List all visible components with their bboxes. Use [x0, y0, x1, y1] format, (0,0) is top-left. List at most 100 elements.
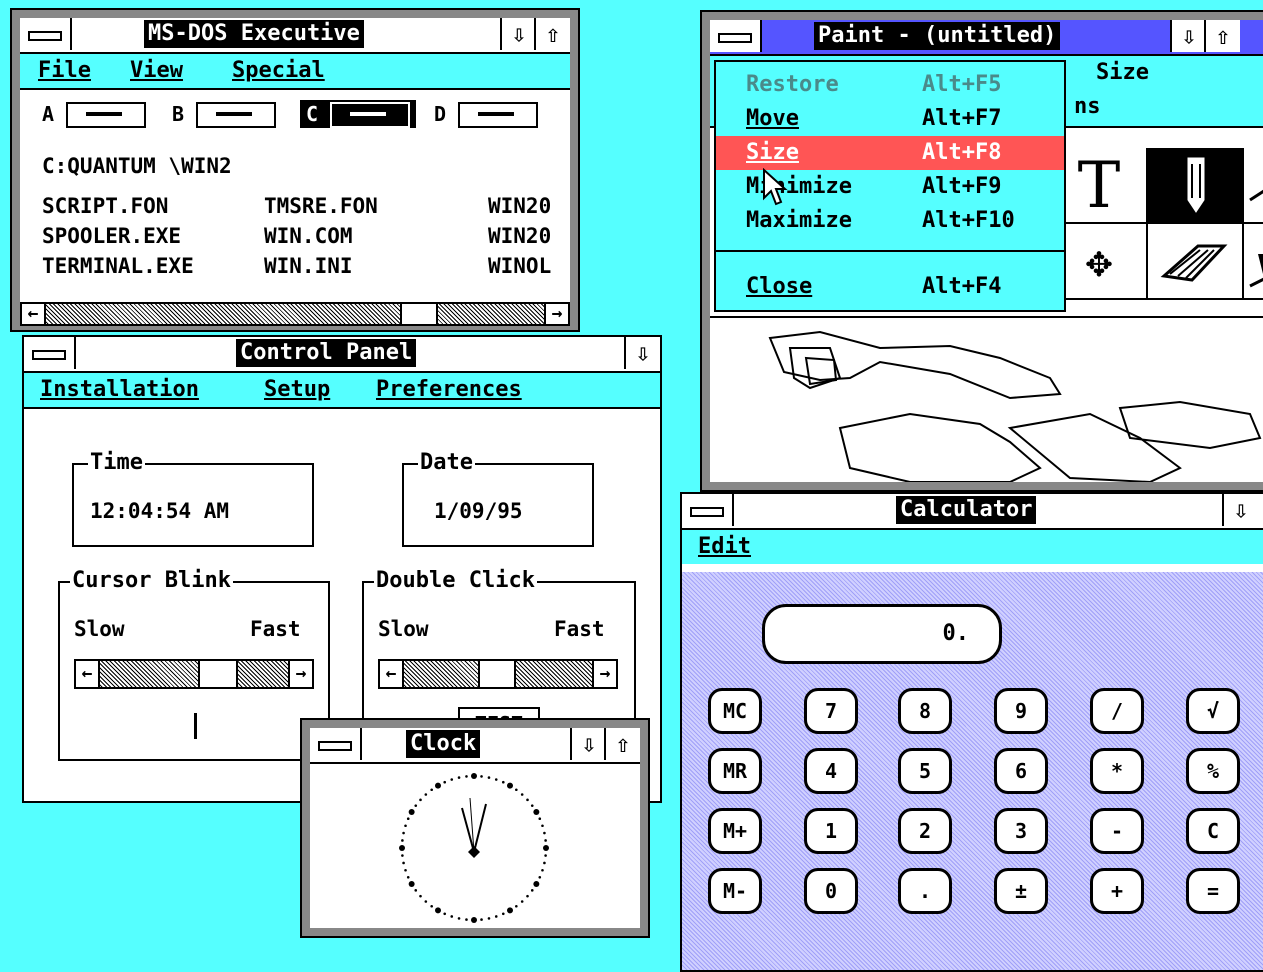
paint-titlebar[interactable]: Paint - (untitled) ⇩ ⇧: [710, 20, 1263, 56]
calc-key[interactable]: ±: [994, 868, 1048, 914]
minute-mark: [480, 775, 483, 778]
file-item[interactable]: WIN.INI: [264, 254, 353, 278]
calc-key[interactable]: 3: [994, 808, 1048, 854]
slider-right-icon[interactable]: →: [288, 661, 312, 687]
cursor-blink-slider[interactable]: ← →: [74, 659, 314, 689]
minimize-arrow-icon[interactable]: ⇩: [570, 728, 606, 760]
minimize-arrow-icon[interactable]: ⇩: [1170, 20, 1206, 52]
minimize-arrow-icon[interactable]: ⇩: [1222, 494, 1258, 526]
minute-mark: [530, 804, 534, 807]
calc-key[interactable]: 6: [994, 748, 1048, 794]
control-panel-titlebar[interactable]: Control Panel ⇩: [24, 337, 660, 373]
msdos-executive-window: MS-DOS Executive ⇩ ⇧ File View Special A…: [10, 8, 580, 332]
file-item[interactable]: SCRIPT.FON: [42, 194, 168, 218]
menu-view[interactable]: View: [130, 54, 183, 88]
paint-canvas[interactable]: [710, 316, 1263, 484]
file-item[interactable]: WIN20: [488, 194, 551, 218]
system-menu-box[interactable]: [682, 494, 734, 526]
drive-d[interactable]: D: [434, 100, 546, 128]
menu-installation[interactable]: Installation: [40, 373, 199, 407]
hour-mark: [471, 773, 477, 779]
menu-item-close[interactable]: Close Alt+F4: [716, 270, 1064, 304]
calc-key[interactable]: /: [1090, 688, 1144, 734]
drive-b[interactable]: B: [172, 100, 284, 128]
menu-file[interactable]: File: [38, 54, 91, 88]
scroll-right-icon[interactable]: →: [544, 304, 568, 324]
clock-titlebar[interactable]: Clock ⇩ ⇧: [310, 728, 640, 764]
msdos-titlebar[interactable]: MS-DOS Executive ⇩ ⇧: [20, 18, 570, 54]
slider-thumb[interactable]: [478, 661, 516, 687]
hour-mark: [507, 907, 513, 914]
calc-key[interactable]: C: [1186, 808, 1240, 854]
minute-mark: [515, 904, 518, 908]
pencil-tool-icon[interactable]: [1146, 148, 1242, 224]
calc-key[interactable]: .: [898, 868, 952, 914]
calc-key[interactable]: %: [1186, 748, 1240, 794]
double-click-slider[interactable]: ← →: [378, 659, 618, 689]
menu-item-move[interactable]: Move Alt+F7: [716, 102, 1064, 136]
minute-mark: [465, 775, 468, 778]
menu-setup[interactable]: Setup: [264, 373, 330, 407]
system-menu-box[interactable]: [20, 18, 72, 50]
eraser-tool-icon[interactable]: [1146, 224, 1242, 300]
calc-key[interactable]: 8: [898, 688, 952, 734]
calc-key[interactable]: M+: [708, 808, 762, 854]
system-menu-box[interactable]: [710, 20, 762, 52]
maximize-arrow-icon[interactable]: ⇧: [604, 728, 640, 760]
menu-item-size[interactable]: Size Alt+F8: [716, 136, 1064, 170]
calc-key[interactable]: 5: [898, 748, 952, 794]
control-panel-menubar: Installation Setup Preferences: [24, 373, 660, 409]
menu-special[interactable]: Special: [232, 54, 325, 88]
blink-cursor-sample: [194, 713, 197, 739]
calc-key[interactable]: 9: [994, 688, 1048, 734]
calculator-titlebar[interactable]: Calculator ⇩: [682, 494, 1263, 530]
time-value[interactable]: 12:04:54 AM: [90, 499, 229, 523]
calc-key[interactable]: MR: [708, 748, 762, 794]
calc-key[interactable]: -: [1090, 808, 1144, 854]
file-item[interactable]: WIN.COM: [264, 224, 353, 248]
file-item[interactable]: WINOL: [488, 254, 551, 278]
slider-right-icon[interactable]: →: [592, 661, 616, 687]
brush-tool-icon[interactable]: [1242, 224, 1263, 300]
system-menu-box[interactable]: [310, 728, 362, 760]
menu-size[interactable]: Size: [1096, 56, 1149, 90]
file-item[interactable]: SPOOLER.EXE: [42, 224, 181, 248]
slider-thumb[interactable]: [198, 661, 238, 687]
calc-key[interactable]: =: [1186, 868, 1240, 914]
calc-key[interactable]: √: [1186, 688, 1240, 734]
file-item[interactable]: TERMINAL.EXE: [42, 254, 194, 278]
minimize-arrow-icon[interactable]: ⇩: [624, 337, 660, 369]
menu-preferences[interactable]: Preferences: [376, 373, 522, 407]
slider-left-icon[interactable]: ←: [76, 661, 100, 687]
date-label: Date: [418, 449, 475, 477]
calc-key[interactable]: 2: [898, 808, 952, 854]
menu-edit[interactable]: Edit: [698, 530, 751, 564]
system-menu-box[interactable]: [24, 337, 76, 369]
maximize-arrow-icon[interactable]: ⇧: [1204, 20, 1240, 52]
calc-key[interactable]: 4: [804, 748, 858, 794]
calc-key[interactable]: *: [1090, 748, 1144, 794]
maximize-arrow-icon[interactable]: ⇧: [534, 18, 570, 50]
minute-mark: [401, 854, 404, 857]
line-tool-icon[interactable]: [1242, 148, 1263, 224]
msdos-horizontal-scrollbar[interactable]: ← →: [20, 302, 570, 326]
calc-key[interactable]: 0: [804, 868, 858, 914]
calc-key[interactable]: M-: [708, 868, 762, 914]
drive-a[interactable]: A: [42, 100, 154, 128]
menu-item-maximize[interactable]: Maximize Alt+F10: [716, 204, 1064, 238]
calc-key[interactable]: MC: [708, 688, 762, 734]
drive-c[interactable]: C: [300, 100, 416, 128]
file-item[interactable]: TMSRE.FON: [264, 194, 378, 218]
date-value[interactable]: 1/09/95: [434, 499, 523, 523]
calc-key[interactable]: +: [1090, 868, 1144, 914]
minute-mark: [494, 778, 498, 781]
minimize-arrow-icon[interactable]: ⇩: [500, 18, 536, 50]
menu-fragment[interactable]: ns: [1074, 90, 1101, 124]
calc-key[interactable]: 7: [804, 688, 858, 734]
calc-key[interactable]: 1: [804, 808, 858, 854]
slider-left-icon[interactable]: ←: [380, 661, 404, 687]
scroll-left-icon[interactable]: ←: [22, 304, 46, 324]
hour-mark: [471, 917, 477, 923]
file-item[interactable]: WIN20: [488, 224, 551, 248]
scroll-thumb[interactable]: [400, 304, 438, 324]
